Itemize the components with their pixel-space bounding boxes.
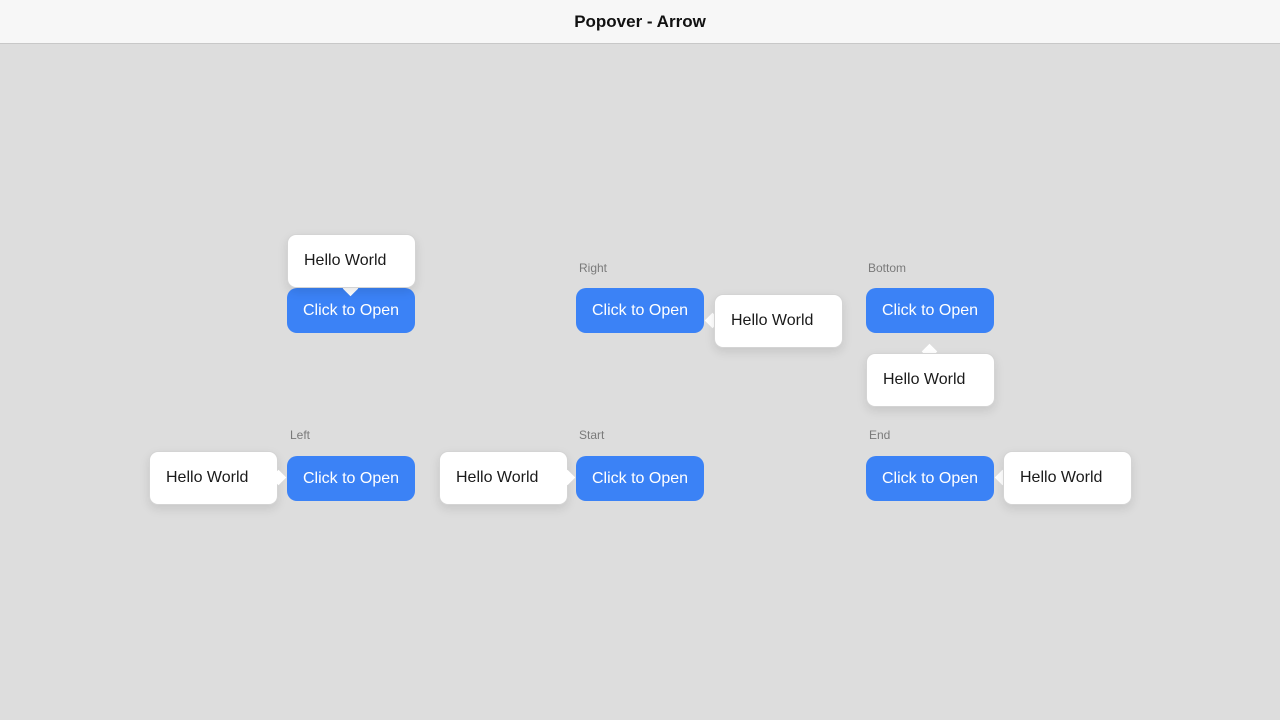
popover-left: Hello World <box>149 451 278 505</box>
open-popover-button-left[interactable]: Click to Open <box>287 456 415 501</box>
demo-label-start: Start <box>579 428 605 442</box>
demo-label-right: Right <box>579 261 608 275</box>
title-bar: Popover - Arrow <box>0 0 1280 44</box>
popover-bottom: Hello World <box>866 353 995 407</box>
demo-label-bottom: Bottom <box>868 261 907 275</box>
open-popover-button-end[interactable]: Click to Open <box>866 456 994 501</box>
open-popover-button-right[interactable]: Click to Open <box>576 288 704 333</box>
window-title: Popover - Arrow <box>574 11 706 31</box>
popover-end: Hello World <box>1003 451 1132 505</box>
open-popover-button-bottom[interactable]: Click to Open <box>866 288 994 333</box>
popover-right: Hello World <box>714 294 843 348</box>
demo-label-end: End <box>869 428 891 442</box>
demo-label-left: Left <box>290 428 311 442</box>
popover-start: Hello World <box>439 451 568 505</box>
popover-top: Hello World <box>287 234 416 288</box>
open-popover-button-start[interactable]: Click to Open <box>576 456 704 501</box>
